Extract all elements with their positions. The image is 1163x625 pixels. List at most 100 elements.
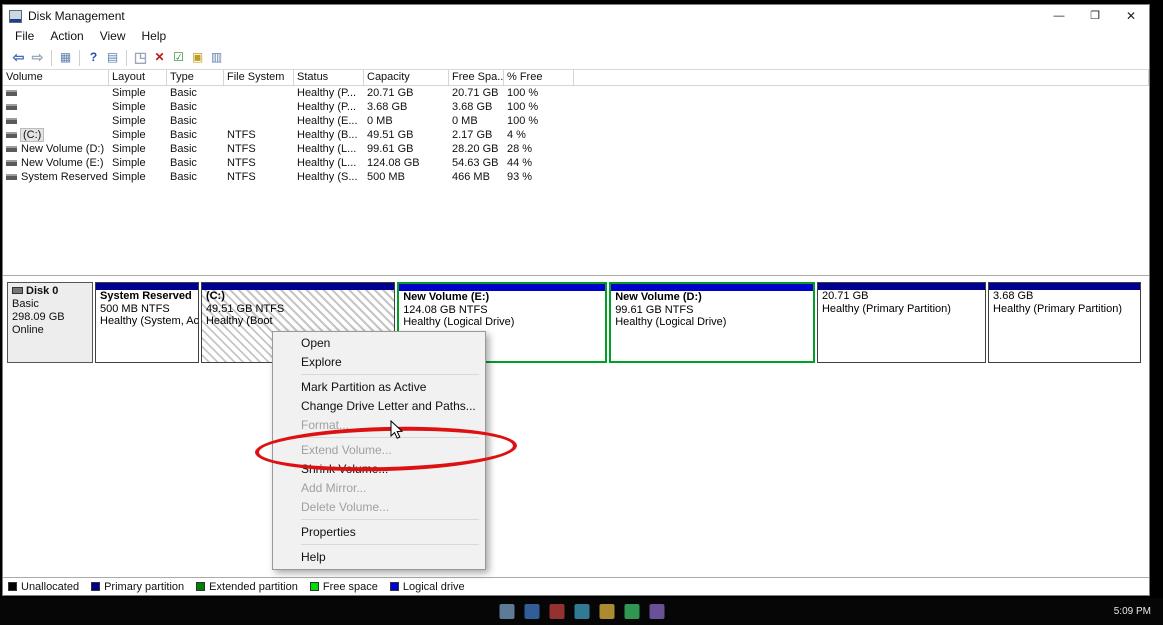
table-row[interactable]: New Volume (E:) Simple Basic NTFS Health… — [3, 156, 1149, 170]
minimize-button[interactable]: — — [1041, 5, 1077, 27]
col-free-space[interactable]: Free Spa... — [449, 70, 504, 85]
cell-layout: Simple — [112, 171, 146, 183]
context-menu-item-open[interactable]: Open — [273, 334, 485, 353]
legend-label: Logical drive — [402, 580, 465, 593]
context-menu-item-delete-volume: Delete Volume... — [301, 500, 390, 514]
context-menu-item-mark-partition-active[interactable]: Mark Partition as Active — [273, 378, 485, 397]
volume-icon — [6, 118, 17, 125]
disk0-row: Disk 0 Basic 298.09 GB Online System Res… — [7, 282, 1145, 363]
partition-20-71-gb[interactable]: 20.71 GB Healthy (Primary Partition) — [816, 282, 987, 363]
taskbar-icon[interactable] — [649, 604, 664, 619]
menu-action[interactable]: Action — [42, 27, 91, 46]
back-icon[interactable]: ⇦ — [9, 48, 28, 67]
cell-status: Healthy (P... — [297, 101, 357, 113]
col-layout[interactable]: Layout — [109, 70, 167, 85]
menubar: File Action View Help — [3, 27, 1149, 46]
context-menu-item-properties[interactable]: Properties — [273, 523, 485, 542]
disk-size: 298.09 GB — [12, 311, 65, 323]
taskbar-icon[interactable] — [624, 604, 639, 619]
taskbar-icon[interactable] — [499, 604, 514, 619]
legend-label: Unallocated — [21, 580, 80, 593]
delete-volume-icon[interactable]: ✕ — [150, 48, 169, 67]
cell-status: Healthy (B... — [297, 129, 358, 141]
cell-capacity: 124.08 GB — [367, 157, 420, 169]
disk-status: Online — [12, 324, 44, 336]
volume-icon — [6, 146, 17, 153]
col-volume[interactable]: Volume — [3, 70, 109, 85]
menu-file[interactable]: File — [7, 27, 42, 46]
show-console-tree-icon[interactable]: ▦ — [56, 48, 75, 67]
partition-detail: 124.08 GB NTFS — [403, 303, 488, 316]
taskbar-icon[interactable] — [549, 604, 564, 619]
properties-icon[interactable]: ▥ — [207, 48, 226, 67]
partition-name: New Volume (E:) — [403, 291, 490, 303]
close-button[interactable]: ✕ — [1113, 5, 1149, 27]
context-menu-item-add-mirror: Add Mirror... — [301, 481, 367, 495]
help-icon[interactable]: ? — [84, 48, 103, 67]
col-status[interactable]: Status — [294, 70, 364, 85]
col-pct-free[interactable]: % Free — [504, 70, 574, 85]
cell-layout: Simple — [112, 101, 146, 113]
refresh-icon[interactable]: ◳ — [131, 48, 150, 67]
col-capacity[interactable]: Capacity — [364, 70, 449, 85]
cell-type: Basic — [170, 87, 197, 99]
context-menu-item-help[interactable]: Help — [273, 548, 485, 567]
partition-color-strip — [611, 284, 813, 291]
partition-system-reserved[interactable]: System Reserved 500 MB NTFS Healthy (Sys… — [95, 282, 199, 363]
volume-name: (C:) — [19, 128, 45, 142]
primary-partition-swatch-icon — [91, 582, 101, 591]
cell-layout: Simple — [112, 115, 146, 127]
cell-file-system: NTFS — [227, 143, 256, 155]
maximize-button[interactable]: ❐ — [1077, 5, 1113, 27]
cell-pct-free: 28 % — [507, 143, 533, 155]
partition-color-strip — [817, 283, 986, 290]
taskbar-icon[interactable] — [599, 604, 614, 619]
cell-pct-free: 100 % — [507, 101, 539, 113]
cell-type: Basic — [170, 171, 197, 183]
screen: Disk Management — ❐ ✕ File Action View H… — [0, 0, 1163, 625]
table-row[interactable]: Simple Basic Healthy (P... 3.68 GB 3.68 … — [3, 100, 1149, 114]
app-icon — [9, 9, 22, 23]
context-menu-item-change-drive-letter[interactable]: Change Drive Letter and Paths... — [273, 397, 485, 416]
partition-detail: 3.68 GB — [993, 290, 1034, 302]
menu-view[interactable]: View — [92, 27, 134, 46]
free-space-swatch-icon — [309, 582, 319, 591]
cell-free-space: 54.63 GB — [452, 157, 499, 169]
show-action-pane-icon[interactable]: ▤ — [103, 48, 122, 67]
col-type[interactable]: Type — [167, 70, 224, 85]
cell-type: Basic — [170, 129, 197, 141]
forward-icon[interactable]: ⇨ — [28, 48, 47, 67]
cell-file-system — [224, 114, 294, 128]
toolbar-separator — [51, 49, 52, 66]
table-row[interactable]: New Volume (D:) Simple Basic NTFS Health… — [3, 142, 1149, 156]
cell-type: Basic — [170, 115, 197, 127]
cell-free-space: 466 MB — [452, 171, 490, 183]
taskbar-icon[interactable] — [524, 604, 539, 619]
mark-active-icon[interactable]: ☑ — [169, 48, 188, 67]
cell-file-system — [224, 86, 294, 100]
partition-detail: 99.61 GB NTFS — [615, 303, 694, 316]
menu-help[interactable]: Help — [134, 27, 175, 46]
cell-status: Healthy (S... — [297, 171, 358, 183]
cell-type: Basic — [170, 143, 197, 155]
disk-icon — [12, 287, 23, 294]
graphical-view: Disk 0 Basic 298.09 GB Online System Res… — [3, 276, 1149, 577]
legend: Unallocated Primary partition Extended p… — [3, 577, 1149, 595]
table-row[interactable]: System Reserved Simple Basic NTFS Health… — [3, 170, 1149, 184]
open-folder-icon[interactable]: ▣ — [188, 48, 207, 67]
table-row[interactable]: Simple Basic Healthy (P... 20.71 GB 20.7… — [3, 86, 1149, 100]
col-file-system[interactable]: File System — [224, 70, 294, 85]
legend-unallocated: Unallocated — [8, 581, 79, 593]
context-menu-item-explore[interactable]: Explore — [273, 353, 485, 372]
cell-capacity: 500 MB — [367, 171, 405, 183]
partition-status: Healthy (System, Activ — [100, 315, 198, 327]
disk0-header[interactable]: Disk 0 Basic 298.09 GB Online — [7, 282, 93, 363]
cell-capacity: 99.61 GB — [367, 143, 414, 155]
table-row[interactable]: (C:) Simple Basic NTFS Healthy (B... 49.… — [3, 128, 1149, 142]
cell-free-space: 20.71 GB — [452, 87, 499, 99]
taskbar-icon[interactable] — [574, 604, 589, 619]
partition-3-68-gb[interactable]: 3.68 GB Healthy (Primary Partition) — [988, 282, 1142, 363]
table-row[interactable]: Simple Basic Healthy (E... 0 MB 0 MB 100… — [3, 114, 1149, 128]
partition-new-volume-d[interactable]: New Volume (D:) 99.61 GB NTFS Healthy (L… — [609, 282, 815, 363]
legend-primary-partition: Primary partition — [91, 581, 184, 593]
